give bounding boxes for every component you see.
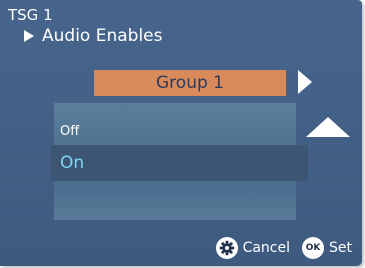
cancel-label[interactable]: Cancel bbox=[243, 237, 290, 259]
group-selector[interactable]: Group 1 bbox=[94, 70, 286, 96]
page-title: TSG 1 bbox=[8, 6, 53, 24]
option-off[interactable]: Off bbox=[60, 124, 79, 140]
breadcrumb: Audio Enables bbox=[24, 25, 163, 47]
options-list: Off On bbox=[51, 103, 308, 220]
gear-icon[interactable] bbox=[215, 237, 238, 259]
footer-bar: Cancel OK Set bbox=[215, 237, 352, 259]
breadcrumb-label: Audio Enables bbox=[42, 26, 163, 46]
set-label[interactable]: Set bbox=[329, 237, 352, 259]
next-group-arrow-icon[interactable] bbox=[298, 70, 312, 94]
gear-glyph bbox=[219, 240, 234, 256]
menu-panel: TSG 1 Audio Enables Group 1 Off On Cance… bbox=[0, 0, 362, 266]
scroll-up-arrow-icon[interactable] bbox=[306, 117, 350, 137]
play-arrow-icon bbox=[24, 30, 34, 42]
ok-icon[interactable]: OK bbox=[302, 237, 324, 259]
option-on-selected[interactable]: On bbox=[51, 145, 308, 181]
